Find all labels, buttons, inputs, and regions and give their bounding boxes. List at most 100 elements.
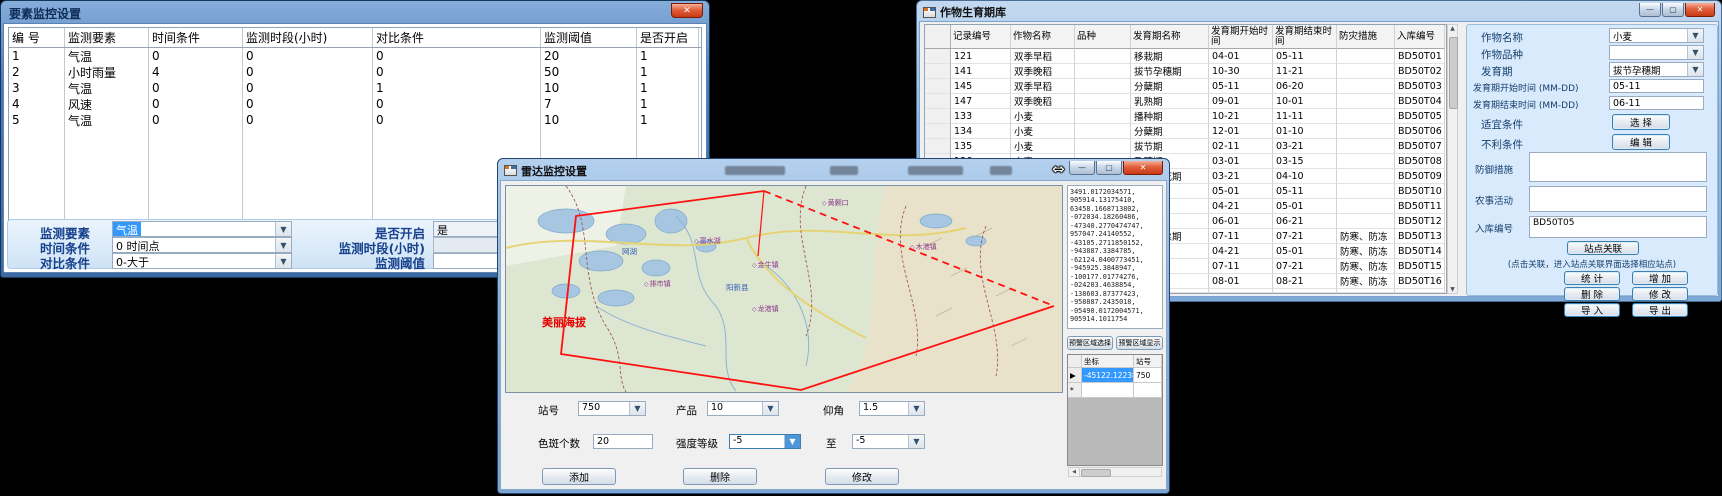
column-header[interactable]: 发育期开始时间 xyxy=(1209,25,1273,49)
cell[interactable]: 0 xyxy=(373,96,541,112)
cell[interactable]: 7 xyxy=(541,96,637,112)
cell[interactable]: 气温 xyxy=(65,48,149,64)
horizontal-scrollbar[interactable]: ◀ xyxy=(1068,467,1162,477)
maximize-button[interactable]: ▢ xyxy=(1662,3,1684,17)
cell[interactable] xyxy=(1075,94,1131,109)
cell[interactable]: ▶ xyxy=(1068,368,1082,383)
cell[interactable]: 3 xyxy=(9,80,65,96)
cell[interactable]: 防寒、防冻 xyxy=(1337,274,1395,289)
cell[interactable]: 05-01 xyxy=(1209,184,1273,199)
cell[interactable]: 4 xyxy=(149,64,243,80)
time-combo[interactable]: 0 时间点 ▼ xyxy=(112,237,292,253)
close-button[interactable]: ✕ xyxy=(671,3,703,18)
column-header[interactable]: 监测要素 xyxy=(65,28,149,47)
cell[interactable]: 双季早稻 xyxy=(1011,49,1075,64)
scroll-down-icon[interactable]: ▼ xyxy=(1448,286,1457,293)
header-row[interactable]: 编 号监测要素时间条件监测时段(小时)对比条件监测阈值是否开启 xyxy=(9,28,701,48)
cell[interactable]: 07-11 xyxy=(1209,259,1273,274)
cell[interactable]: 03-21 xyxy=(1273,139,1337,154)
import-button[interactable]: 导 入 xyxy=(1564,303,1620,317)
cell[interactable] xyxy=(1337,109,1395,124)
minimize-button[interactable]: — xyxy=(1069,161,1095,175)
cell[interactable] xyxy=(1337,169,1395,184)
cell[interactable]: 乳熟期 xyxy=(1131,94,1209,109)
chevron-down-icon[interactable]: ▼ xyxy=(784,435,800,448)
table-row[interactable]: 3气温001101 xyxy=(9,80,701,96)
vertical-scrollbar[interactable]: ▲ ▼ xyxy=(1447,24,1458,294)
cell[interactable]: 0 xyxy=(149,48,243,64)
cell[interactable]: 01-10 xyxy=(1273,124,1337,139)
intensity-combo[interactable]: -5 ▼ xyxy=(729,434,801,449)
cell[interactable]: 750 xyxy=(1134,368,1162,383)
column-header[interactable]: 作物名称 xyxy=(1011,25,1075,49)
chevron-down-icon[interactable]: ▼ xyxy=(1687,29,1703,42)
cell[interactable]: 1 xyxy=(637,64,699,80)
cell[interactable]: BD50T05 xyxy=(1395,109,1445,124)
cell[interactable]: 0 xyxy=(373,64,541,80)
cell[interactable]: BD50T11 xyxy=(1395,199,1445,214)
cell[interactable]: 小麦 xyxy=(1011,109,1075,124)
cell[interactable]: 10 xyxy=(541,80,637,96)
coordinates-textarea[interactable]: 3491.0172034571, 905914.13175410, 63458.… xyxy=(1067,185,1163,329)
cell[interactable]: BD50T12 xyxy=(1395,214,1445,229)
cell[interactable] xyxy=(925,124,951,139)
table-row[interactable]: 145双季早稻分蘖期05-1106-20BD50T03 xyxy=(925,79,1446,94)
chevron-down-icon[interactable]: ▼ xyxy=(1687,46,1703,59)
cell[interactable]: 0 xyxy=(149,112,243,128)
crop-name-combo[interactable]: 小麦 ▼ xyxy=(1609,28,1704,43)
cell[interactable]: 分蘖期 xyxy=(1131,79,1209,94)
cell[interactable]: 0 xyxy=(243,48,373,64)
cell[interactable] xyxy=(1337,94,1395,109)
cell[interactable] xyxy=(925,109,951,124)
table-row[interactable]: 2小时雨量400501 xyxy=(9,64,701,80)
cell[interactable] xyxy=(925,94,951,109)
product-combo[interactable]: 10 ▼ xyxy=(707,401,779,416)
cell[interactable]: 4 xyxy=(9,96,65,112)
defense-textarea[interactable] xyxy=(1529,152,1707,182)
cell[interactable]: 风速 xyxy=(65,96,149,112)
column-header[interactable]: 发育期结束时间 xyxy=(1273,25,1337,49)
cell[interactable]: 147 xyxy=(951,94,1011,109)
table-row[interactable]: 4风速00071 xyxy=(9,96,701,112)
column-header[interactable]: 监测时段(小时) xyxy=(243,28,373,47)
scroll-up-icon[interactable]: ▲ xyxy=(1448,25,1457,35)
column-header[interactable]: 品种 xyxy=(1075,25,1131,49)
export-button[interactable]: 导 出 xyxy=(1632,303,1688,317)
cell[interactable] xyxy=(1337,214,1395,229)
cell[interactable]: BD50T13 xyxy=(1395,229,1445,244)
cell[interactable]: 10 xyxy=(541,112,637,128)
cell[interactable]: BD50T15 xyxy=(1395,259,1445,274)
chevron-down-icon[interactable]: ▼ xyxy=(275,222,291,236)
minimize-button[interactable]: — xyxy=(1639,3,1661,17)
cell[interactable]: BD50T14 xyxy=(1395,244,1445,259)
stage-combo[interactable]: 拔节孕穗期 ▼ xyxy=(1609,62,1704,77)
elevation-combo[interactable]: 1.5 ▼ xyxy=(859,401,925,416)
cell[interactable] xyxy=(1075,49,1131,64)
cell[interactable]: 06-21 xyxy=(1273,214,1337,229)
cell[interactable]: 1 xyxy=(637,80,699,96)
station-combo[interactable]: 750 ▼ xyxy=(578,401,646,416)
cell[interactable]: 135 xyxy=(951,139,1011,154)
cell[interactable]: 05-11 xyxy=(1209,79,1273,94)
delete-button[interactable]: 删 除 xyxy=(1564,287,1620,301)
cell[interactable]: 03-15 xyxy=(1273,154,1337,169)
cell[interactable]: 08-21 xyxy=(1273,274,1337,289)
cell[interactable]: 1 xyxy=(637,48,699,64)
cell[interactable] xyxy=(1337,64,1395,79)
cell[interactable] xyxy=(1075,79,1131,94)
cell[interactable]: 05-01 xyxy=(1273,244,1337,259)
cell[interactable] xyxy=(925,139,951,154)
cell[interactable] xyxy=(1075,64,1131,79)
cell[interactable]: 防寒、防冻 xyxy=(1337,229,1395,244)
cell[interactable]: 05-01 xyxy=(1273,199,1337,214)
header-row[interactable]: 坐标站号 xyxy=(1068,355,1162,368)
cell[interactable]: 小麦 xyxy=(1011,124,1075,139)
close-button[interactable]: ✕ xyxy=(1123,161,1163,175)
chevron-down-icon[interactable]: ▼ xyxy=(908,435,924,448)
add-button[interactable]: 增 加 xyxy=(1632,271,1688,285)
cell[interactable]: 06-01 xyxy=(1209,214,1273,229)
cell[interactable]: 小麦 xyxy=(1011,139,1075,154)
column-header[interactable]: 坐标 xyxy=(1082,355,1134,368)
cell[interactable]: BD50T08 xyxy=(1395,154,1445,169)
title-bar[interactable]: 雷达监控设置 — ▢ ✕ xyxy=(500,161,1167,180)
